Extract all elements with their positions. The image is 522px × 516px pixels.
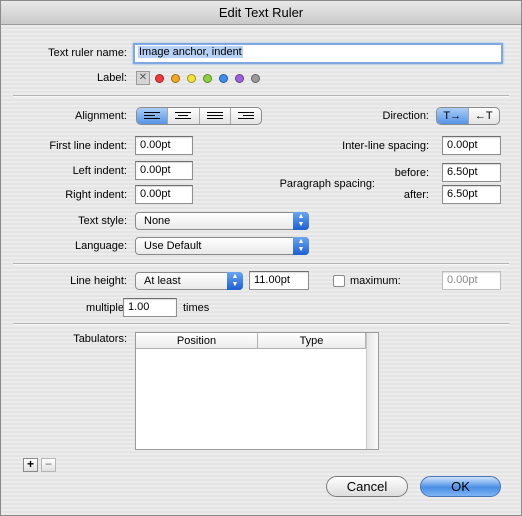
align-center-icon	[175, 112, 192, 119]
cancel-button[interactable]: Cancel	[326, 476, 408, 497]
text-style-popup[interactable]: None ▲ ▼	[135, 212, 309, 230]
column-header-position[interactable]: Position	[136, 333, 258, 348]
left-indent-label: Left indent:	[72, 165, 127, 177]
ruler-name-value: Image anchor, indent	[138, 46, 243, 58]
align-left-icon	[144, 112, 161, 119]
label-color-purple[interactable]	[235, 74, 244, 83]
maximum-input[interactable]: 0.00pt	[442, 271, 501, 290]
label-color-orange[interactable]	[171, 74, 180, 83]
line-height-mode-popup[interactable]: At least ▲ ▼	[135, 272, 243, 290]
line-height-input[interactable]: 11.00pt	[249, 271, 309, 290]
alignment-label: Alignment:	[75, 110, 127, 122]
multiple-label: multiple:	[86, 302, 127, 314]
align-right-button[interactable]	[229, 108, 261, 124]
label-color-green[interactable]	[203, 74, 212, 83]
align-justify-icon	[206, 112, 223, 119]
text-style-value: None	[144, 215, 171, 227]
tabulators-table[interactable]: Position Type	[135, 332, 379, 450]
interline-spacing-input[interactable]: 0.00pt	[442, 136, 501, 155]
remove-tab-button[interactable]: −	[41, 458, 56, 472]
label-color-blue[interactable]	[219, 74, 228, 83]
maximum-checkbox[interactable]	[333, 275, 345, 287]
ruler-name-input[interactable]: Image anchor, indent	[133, 43, 503, 64]
no-label-x-icon[interactable]: ✕	[136, 71, 150, 85]
table-scrollbar[interactable]	[366, 333, 378, 449]
window-title: Edit Text Ruler	[1, 1, 521, 25]
line-height-label: Line height:	[70, 275, 127, 287]
ok-button[interactable]: OK	[420, 476, 501, 497]
language-value: Use Default	[144, 240, 202, 252]
label-label: Label:	[97, 72, 127, 84]
divider	[13, 263, 509, 265]
popup-arrows-icon: ▲ ▼	[293, 212, 309, 230]
align-right-icon	[237, 112, 254, 119]
label-color-red[interactable]	[155, 74, 164, 83]
align-left-button[interactable]	[137, 108, 168, 124]
first-line-indent-input[interactable]: 0.00pt	[135, 136, 193, 155]
label-color-gray[interactable]	[251, 74, 260, 83]
alignment-segmented-control	[136, 107, 262, 125]
popup-arrows-icon: ▲ ▼	[227, 272, 243, 290]
spacing-after-input[interactable]: 6.50pt	[442, 185, 501, 204]
spacing-before-label: before:	[394, 167, 429, 179]
edit-text-ruler-dialog: Edit Text Ruler Text ruler name: Image a…	[0, 0, 522, 516]
maximum-label: maximum:	[350, 275, 401, 287]
language-label: Language:	[75, 240, 127, 252]
divider	[13, 95, 509, 97]
language-popup[interactable]: Use Default ▲ ▼	[135, 237, 309, 255]
text-style-label: Text style:	[78, 215, 127, 227]
spacing-before-input[interactable]: 6.50pt	[442, 163, 501, 182]
first-line-indent-label: First line indent:	[49, 140, 127, 152]
direction-label: Direction:	[382, 110, 429, 122]
multiple-input[interactable]: 1.00	[123, 298, 177, 317]
direction-ltr-button[interactable]: T→	[437, 108, 468, 124]
spacing-after-label: after:	[403, 189, 429, 201]
align-center-button[interactable]	[167, 108, 198, 124]
left-indent-input[interactable]: 0.00pt	[135, 161, 193, 180]
column-header-type[interactable]: Type	[258, 333, 366, 348]
label-color-yellow[interactable]	[187, 74, 196, 83]
ruler-name-label: Text ruler name:	[48, 47, 127, 59]
line-height-mode-value: At least	[144, 275, 181, 287]
direction-segmented-control: T→ ←T	[436, 107, 500, 125]
right-indent-input[interactable]: 0.00pt	[135, 185, 193, 204]
popup-arrows-icon: ▲ ▼	[293, 237, 309, 255]
right-indent-label: Right indent:	[65, 189, 127, 201]
table-header: Position Type	[136, 333, 378, 349]
direction-rtl-button[interactable]: ←T	[467, 108, 500, 124]
add-tab-button[interactable]: +	[23, 458, 38, 472]
paragraph-spacing-label: Paragraph spacing:	[279, 178, 375, 190]
divider	[13, 323, 509, 325]
interline-spacing-label: Inter-line spacing:	[342, 140, 429, 152]
times-label: times	[183, 302, 210, 314]
tabulators-label: Tabulators:	[73, 333, 127, 345]
align-justify-button[interactable]	[198, 108, 230, 124]
